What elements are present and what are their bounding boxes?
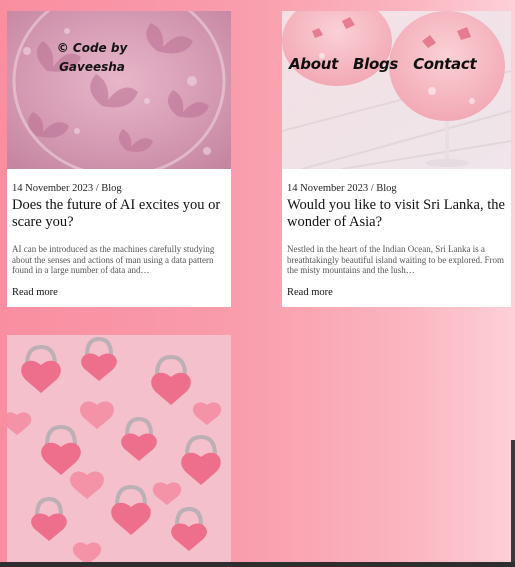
meta-separator: /: [370, 183, 374, 194]
post-meta: 14 November 2023 / Blog: [12, 183, 225, 195]
pink-butterfly-drink-image: [7, 11, 231, 169]
gallery-image-card: [7, 335, 231, 562]
post-category: Blog: [101, 183, 122, 194]
read-more-link[interactable]: Read more: [287, 287, 333, 298]
post-category: Blog: [376, 183, 397, 194]
read-more-link[interactable]: Read more: [12, 287, 58, 298]
scrollbar-edge: [511, 440, 515, 562]
blog-card-ai: © Code by Gaveesha 14 November 2023 / Bl…: [7, 11, 231, 307]
site-logo[interactable]: © Code by Gaveesha: [52, 39, 132, 77]
card-image-cocktails: [282, 11, 511, 169]
post-title[interactable]: Does the future of AI excites you or sca…: [12, 197, 225, 231]
nav-about[interactable]: About: [289, 55, 338, 73]
post-date: 14 November 2023: [12, 183, 94, 194]
card-body: 14 November 2023 / Blog Would you like t…: [282, 169, 511, 307]
post-excerpt: AI can be introduced as the machines car…: [12, 244, 215, 275]
post-title[interactable]: Would you like to visit Sri Lanka, the w…: [287, 197, 505, 231]
post-excerpt: Nestled in the heart of the Indian Ocean…: [287, 244, 504, 275]
nav-blogs[interactable]: Blogs: [353, 55, 398, 73]
card-body: 14 November 2023 / Blog Does the future …: [7, 169, 231, 307]
post-meta: 14 November 2023 / Blog: [287, 183, 505, 195]
pink-cocktail-glasses-image: [282, 11, 511, 169]
post-date: 14 November 2023: [287, 183, 369, 194]
main-nav: About Blogs Contact: [289, 55, 477, 73]
heart-padlocks-image: [7, 335, 231, 562]
blog-card-sri-lanka: About Blogs Contact 14 November 2023 / B…: [282, 11, 511, 307]
meta-separator: /: [95, 183, 99, 194]
card-image-butterfly-drink: © Code by Gaveesha: [7, 11, 231, 169]
nav-contact[interactable]: Contact: [413, 55, 477, 73]
bottom-bar: [0, 562, 515, 567]
